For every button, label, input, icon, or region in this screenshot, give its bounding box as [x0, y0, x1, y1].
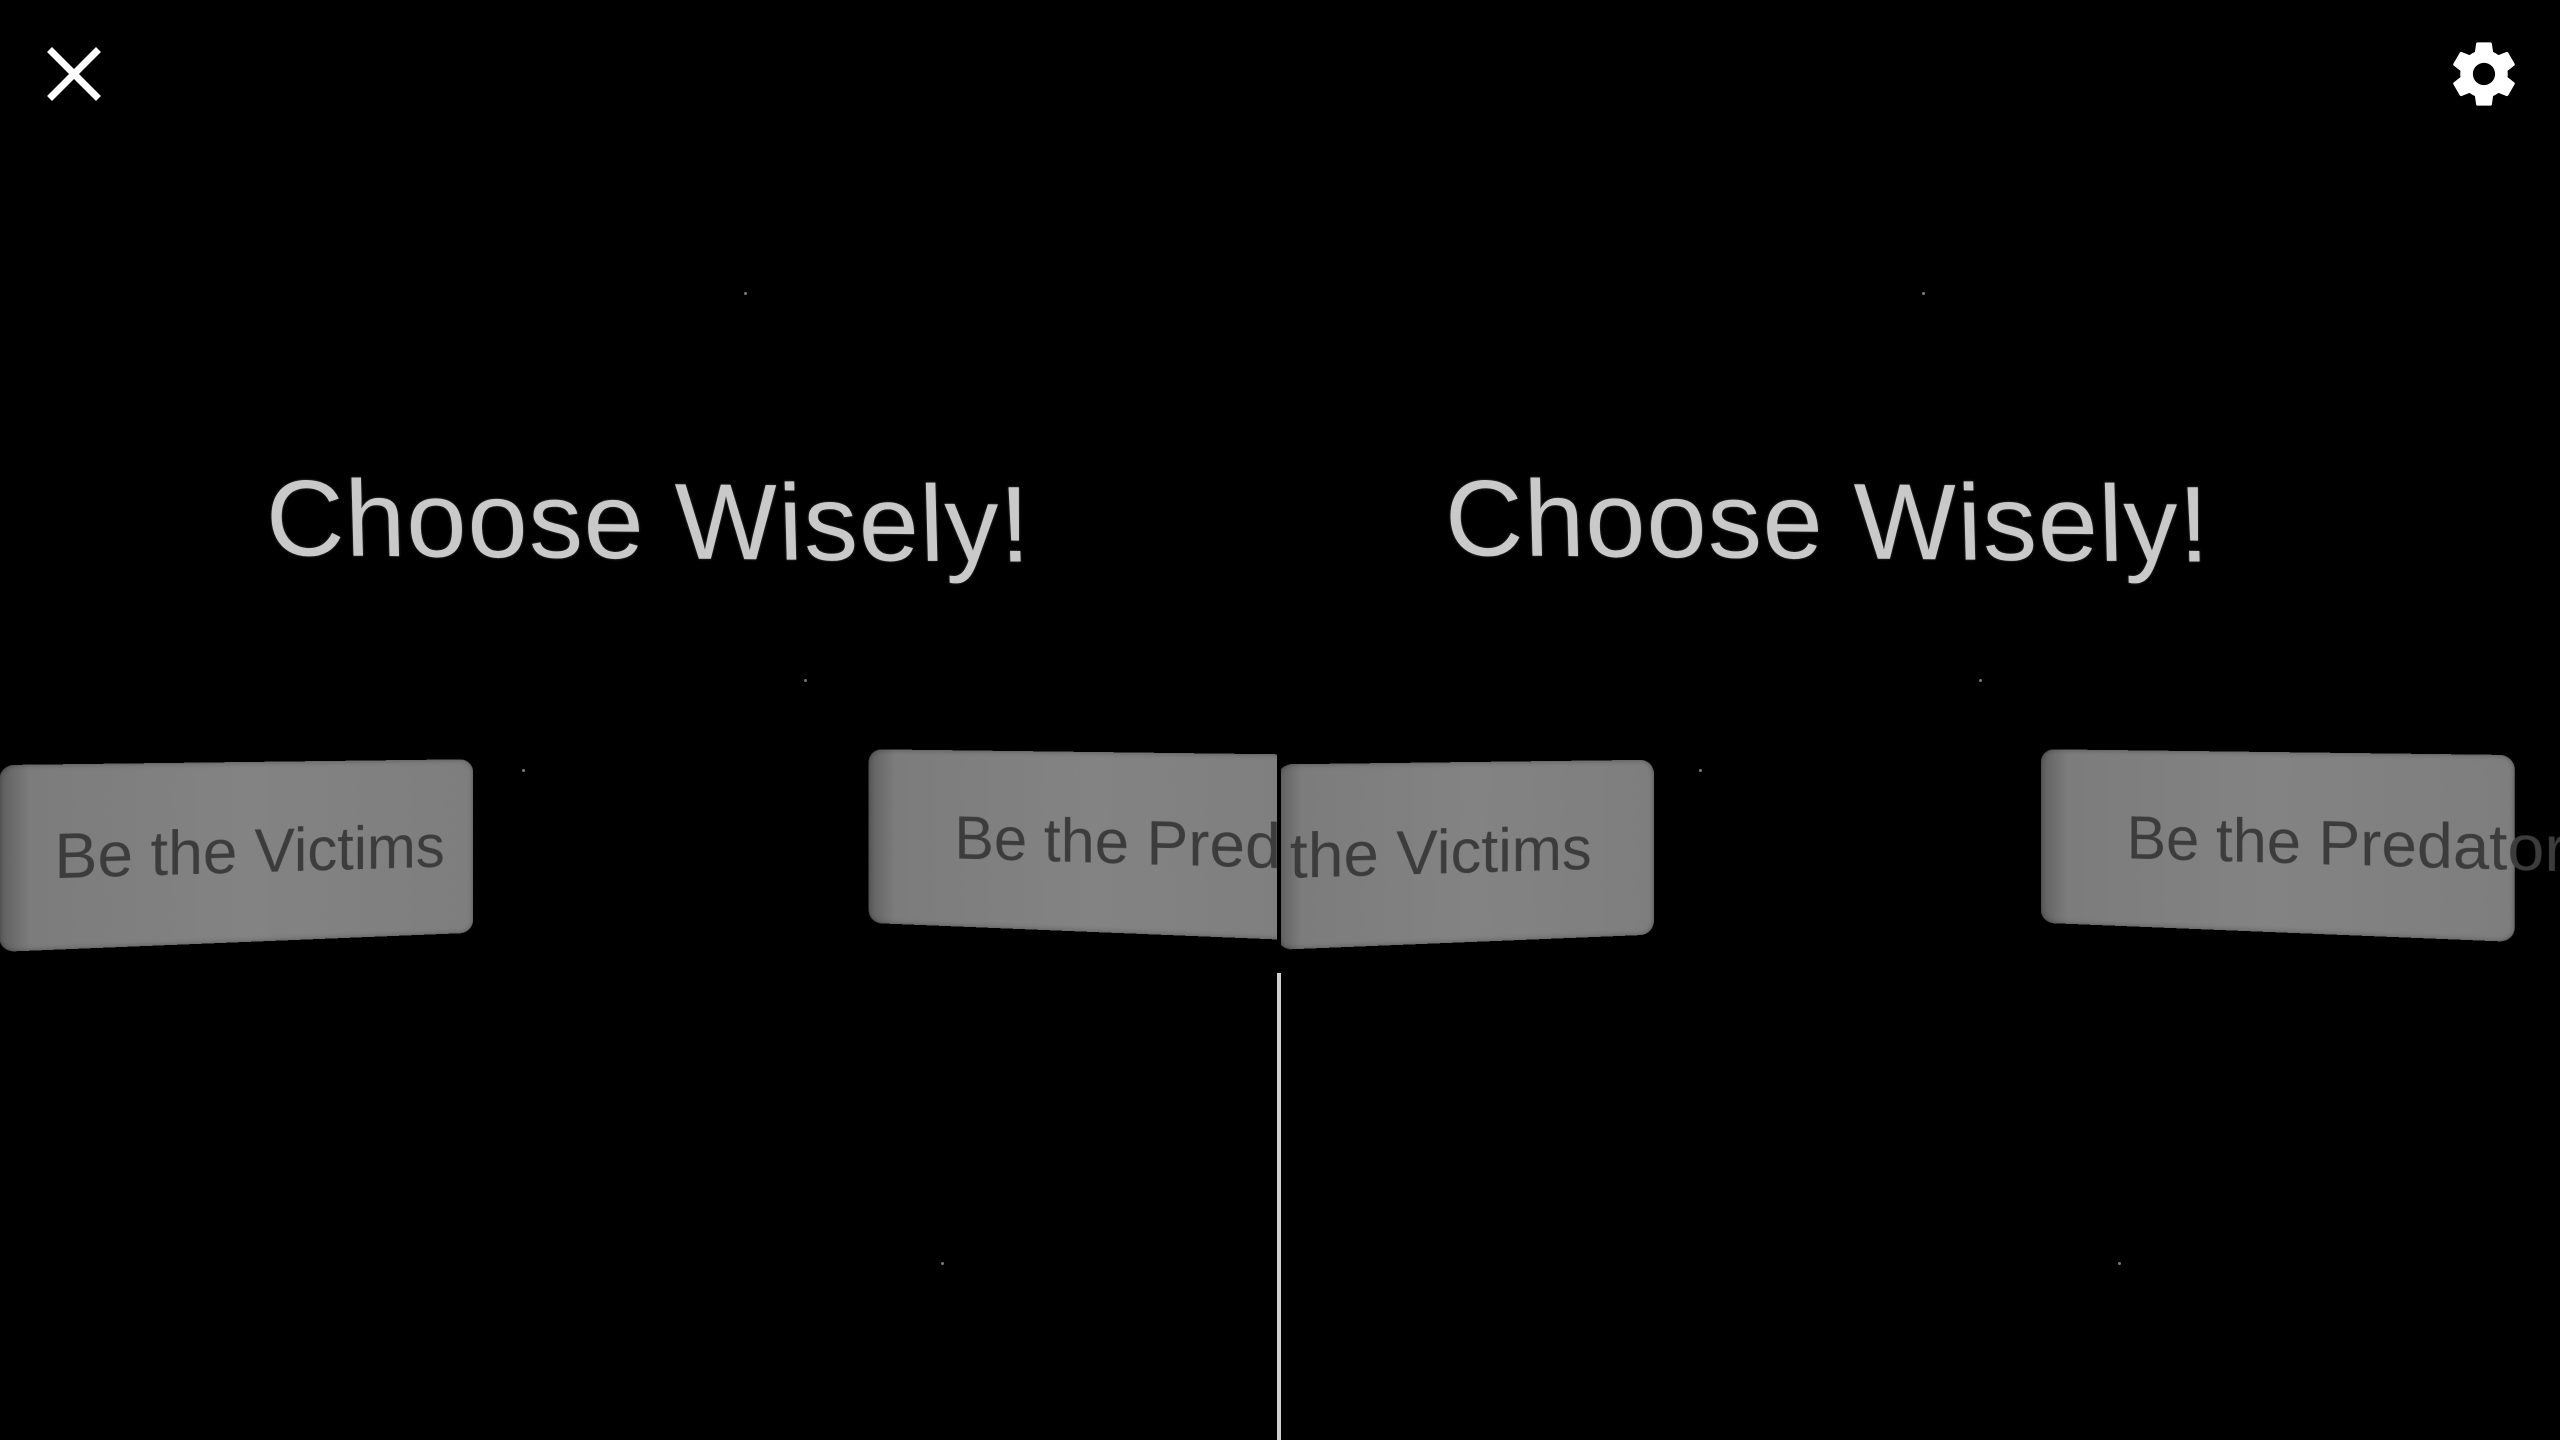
- close-icon: [47, 47, 101, 101]
- be-the-victims-label: the Victims: [1289, 814, 1592, 893]
- settings-button[interactable]: [2446, 36, 2522, 112]
- be-the-predator-label: Be the Predator: [2126, 804, 2560, 886]
- right-eye-view: Choose Wisely! the Victims Be the Predat…: [1281, 0, 2560, 1440]
- scene-title: Choose Wisely!: [1443, 455, 2211, 587]
- be-the-victims-label: Be the Victims: [54, 813, 445, 893]
- be-the-predator-button[interactable]: Be the Predator: [2040, 749, 2560, 942]
- star-dot: [2118, 1262, 2121, 1265]
- star-dot: [941, 1262, 944, 1265]
- scene-title-text: Choose Wisely!: [264, 457, 1033, 585]
- be-the-predator-button[interactable]: Be the Predato: [868, 749, 1277, 942]
- gear-icon: [2453, 42, 2515, 106]
- star-dot: [522, 769, 525, 772]
- star-dot: [744, 292, 747, 295]
- star-dot: [804, 679, 807, 682]
- divider-gap: [1277, 0, 1281, 973]
- scene-title-text: Choose Wisely!: [1443, 457, 2212, 585]
- close-button[interactable]: [38, 38, 110, 110]
- star-dot: [1979, 679, 1982, 682]
- be-the-victims-button[interactable]: Be the Victims: [0, 759, 474, 952]
- be-the-predator-label: Be the Predato: [954, 804, 1277, 886]
- left-eye-view: Choose Wisely! Be the Victims Be the Pre…: [0, 0, 1277, 1440]
- star-dot: [1922, 292, 1925, 295]
- star-dot: [1699, 769, 1702, 772]
- be-the-victims-button[interactable]: the Victims: [1281, 759, 1654, 950]
- scene-title: Choose Wisely!: [264, 455, 1032, 587]
- center-divider-line: [1277, 973, 1281, 1440]
